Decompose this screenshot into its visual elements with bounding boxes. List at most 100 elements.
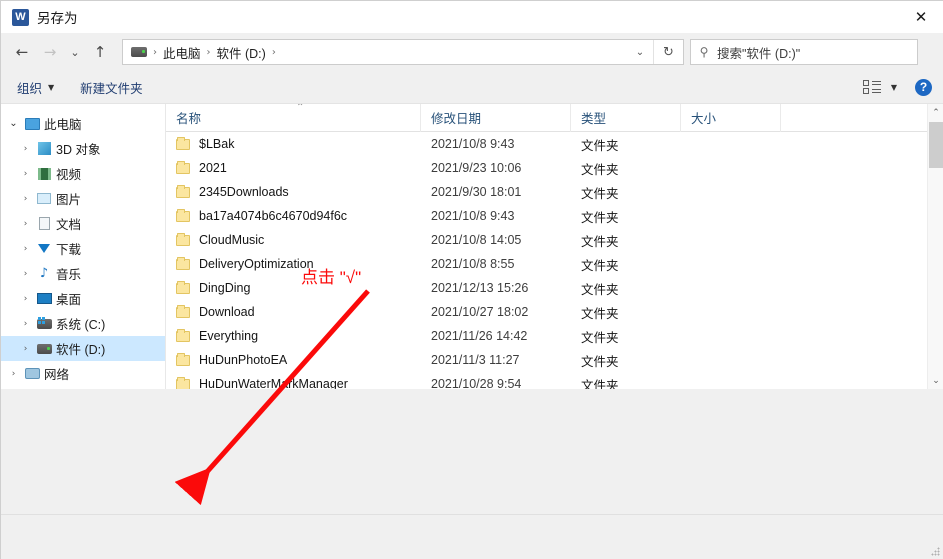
file-type-cell: 文件夹: [581, 258, 619, 273]
file-rows: $LBak 2021/10/8 9:43 文件夹 2021 2021/9/23 10:0…: [166, 132, 943, 389]
expander-icon[interactable]: ›: [17, 269, 34, 279]
file-name-label: $LBak: [199, 137, 235, 151]
table-row[interactable]: 2345Downloads 2021/9/30 18:01 文件夹: [166, 180, 943, 204]
expander-icon[interactable]: ›: [17, 319, 34, 329]
file-name-label: 2021: [199, 161, 227, 175]
3d-objects-icon: [34, 142, 54, 155]
sidebar-item-network[interactable]: › 网络: [1, 361, 165, 386]
sidebar-item-downloads[interactable]: › 下载: [1, 236, 165, 261]
close-icon[interactable]: ✕: [898, 1, 943, 33]
sidebar-item-desktop[interactable]: › 桌面: [1, 286, 165, 311]
recent-locations-icon[interactable]: ⌄: [64, 39, 86, 65]
file-name-cell: Download: [166, 304, 421, 319]
file-list-scrollbar[interactable]: ⌃ ⌄: [927, 104, 943, 389]
expander-icon[interactable]: ›: [17, 344, 34, 354]
folder-icon: [176, 328, 190, 342]
expander-icon[interactable]: ›: [17, 144, 34, 154]
sidebar-item-pictures[interactable]: › 图片: [1, 186, 165, 211]
file-name-label: ba17a4074b6c4670d94f6c: [199, 209, 348, 223]
address-bar[interactable]: › 此电脑 › 软件 (D:) › ⌄ ↻: [122, 39, 684, 65]
file-date-cell: 2021/9/30 18:01: [431, 185, 522, 199]
file-date-cell: 2021/12/13 15:26: [431, 281, 529, 295]
expander-icon[interactable]: ›: [17, 219, 34, 229]
table-row[interactable]: $LBak 2021/10/8 9:43 文件夹: [166, 132, 943, 156]
file-date-cell: 2021/10/8 9:43: [431, 137, 515, 151]
navigation-bar: ← → ⌄ ↑ › 此电脑 › 软件 (D:) › ⌄ ↻ ⚲ 搜索"软件 (D…: [1, 33, 943, 71]
file-name-cell: $LBak: [166, 136, 421, 151]
sidebar-item-documents[interactable]: › 文档: [1, 211, 165, 236]
file-name-cell: ba17a4074b6c4670d94f6c: [166, 208, 421, 223]
column-header-type[interactable]: 类型: [571, 104, 681, 132]
new-folder-button[interactable]: 新建文件夹: [80, 78, 143, 97]
file-type-cell: 文件夹: [581, 282, 619, 297]
column-header-size[interactable]: 大小: [681, 104, 781, 132]
file-list-pane: 名称 修改日期 类型 大小 ⌃ $LBak 2021/10/8 9:43 文件夹 20…: [166, 104, 943, 389]
expander-icon[interactable]: ›: [5, 369, 22, 379]
expander-icon[interactable]: ›: [17, 169, 34, 179]
file-name-label: HuDunPhotoEA: [199, 353, 288, 367]
sidebar-item-label: 桌面: [56, 293, 82, 307]
back-icon[interactable]: ←: [8, 39, 36, 65]
sidebar-item-music[interactable]: › ♪ 音乐: [1, 261, 165, 286]
resize-grip[interactable]: [931, 547, 941, 557]
table-row[interactable]: DingDing 2021/12/13 15:26 文件夹: [166, 276, 943, 300]
list-view-icon[interactable]: [862, 80, 881, 94]
downloads-icon: [34, 244, 54, 253]
view-chevron-down-icon[interactable]: ▼: [891, 83, 897, 92]
chevron-down-icon[interactable]: ⌄: [629, 40, 651, 64]
sidebar-item-software-d[interactable]: › 软件 (D:): [1, 336, 165, 361]
file-type-cell: 文件夹: [581, 138, 619, 153]
table-row[interactable]: Everything 2021/11/26 14:42 文件夹: [166, 324, 943, 348]
sidebar-item-videos[interactable]: › 视频: [1, 161, 165, 186]
sidebar-item-3d-objects[interactable]: › 3D 对象: [1, 136, 165, 161]
file-name-cell: HuDunPhotoEA: [166, 352, 421, 367]
table-row[interactable]: CloudMusic 2021/10/8 14:05 文件夹: [166, 228, 943, 252]
forward-icon[interactable]: →: [36, 39, 64, 65]
pictures-icon: [34, 193, 54, 204]
breadcrumb-drive-d[interactable]: 软件 (D:): [217, 43, 266, 62]
organize-button[interactable]: 组织 ▼: [17, 78, 54, 97]
sidebar-item-label: 音乐: [56, 268, 82, 282]
scroll-down-icon[interactable]: ⌄: [928, 372, 943, 389]
table-row[interactable]: Download 2021/10/27 18:02 文件夹: [166, 300, 943, 324]
expander-icon[interactable]: ›: [17, 194, 34, 204]
sidebar-item-this-pc[interactable]: ⌄ 此电脑: [1, 111, 165, 136]
documents-icon: [34, 217, 54, 230]
navigation-tree: ⌄ 此电脑 › 3D 对象 › 视频 › 图片 › 文档 › 下载 › ♪ 音乐…: [1, 104, 166, 389]
word-icon: W: [12, 8, 29, 26]
up-icon[interactable]: ↑: [86, 39, 114, 65]
table-row[interactable]: ba17a4074b6c4670d94f6c 2021/10/8 9:43 文件夹: [166, 204, 943, 228]
expander-icon[interactable]: ›: [17, 294, 34, 304]
table-row[interactable]: HuDunPhotoEA 2021/11/3 11:27 文件夹: [166, 348, 943, 372]
file-type-cell: 文件夹: [581, 330, 619, 345]
sidebar-item-label: 下载: [56, 243, 82, 257]
expander-icon[interactable]: ›: [17, 244, 34, 254]
refresh-icon[interactable]: ↻: [653, 40, 683, 64]
system-drive-icon: [34, 316, 54, 329]
file-name-cell: 2345Downloads: [166, 184, 421, 199]
file-date-cell: 2021/9/23 10:06: [431, 161, 522, 175]
drive-icon: [131, 47, 147, 57]
new-folder-label: 新建文件夹: [80, 81, 143, 96]
breadcrumb-this-pc[interactable]: 此电脑: [163, 43, 201, 62]
expander-icon[interactable]: ⌄: [5, 118, 22, 129]
file-name-label: CloudMusic: [199, 233, 265, 247]
scrollbar-thumb[interactable]: [929, 122, 943, 168]
column-header-date[interactable]: 修改日期: [421, 104, 571, 132]
folder-icon: [176, 280, 190, 294]
search-box[interactable]: ⚲ 搜索"软件 (D:)": [690, 39, 918, 65]
network-icon: [22, 368, 42, 379]
search-input[interactable]: 搜索"软件 (D:)": [717, 43, 800, 62]
table-row[interactable]: 2021 2021/9/23 10:06 文件夹: [166, 156, 943, 180]
help-icon[interactable]: ?: [915, 78, 932, 96]
scroll-up-icon[interactable]: ⌃: [928, 104, 943, 121]
folder-icon: [176, 208, 190, 222]
file-date-cell: 2021/10/27 18:02: [431, 305, 529, 319]
folder-icon: [176, 160, 190, 174]
table-row[interactable]: HuDunWaterMarkManager 2021/10/28 9:54 文件夹: [166, 372, 943, 389]
sort-ascending-icon: ⌃: [296, 104, 305, 113]
column-header-name[interactable]: 名称: [166, 104, 421, 132]
sidebar-item-system-c[interactable]: › 系统 (C:): [1, 311, 165, 336]
table-row[interactable]: DeliveryOptimization 2021/10/8 8:55 文件夹: [166, 252, 943, 276]
folder-icon: [176, 184, 190, 198]
